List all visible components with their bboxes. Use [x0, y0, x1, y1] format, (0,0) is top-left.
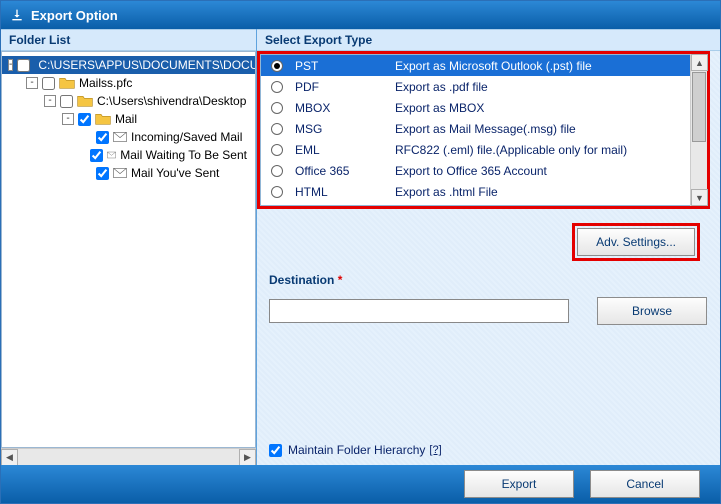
- destination-input[interactable]: [269, 299, 569, 323]
- export-type-desc: RFC822 (.eml) file.(Applicable only for …: [395, 143, 706, 157]
- destination-label: Destination *: [269, 273, 710, 287]
- tree-h-scroll[interactable]: ◀ ▶: [1, 448, 256, 465]
- tree-label: Mail You've Sent: [131, 166, 219, 180]
- export-type-desc: Export to Office 365 Account: [395, 164, 706, 178]
- folder-tree[interactable]: -C:\USERS\APPUS\DOCUMENTS\DOCUMENTS-Mail…: [1, 51, 256, 448]
- export-icon: [9, 7, 25, 23]
- export-type-name: MSG: [295, 122, 395, 136]
- tree-label: Mail Waiting To Be Sent: [120, 148, 247, 162]
- export-type-desc: Export as Microsoft Outlook (.pst) file: [395, 59, 706, 73]
- export-type-item[interactable]: MSGExport as Mail Message(.msg) file: [261, 118, 706, 139]
- expand-toggle[interactable]: -: [62, 113, 74, 125]
- expand-toggle[interactable]: -: [8, 59, 13, 71]
- scroll-right-button[interactable]: ▶: [239, 449, 256, 466]
- cancel-button[interactable]: Cancel: [590, 470, 700, 498]
- tree-node[interactable]: - Mailss.pfc: [2, 74, 255, 92]
- tree-label: C:\USERS\APPUS\DOCUMENTS\DOCUMENTS: [38, 58, 256, 72]
- export-type-item[interactable]: HTMLExport as .html File: [261, 181, 706, 202]
- radio-icon[interactable]: [271, 144, 283, 156]
- export-type-name: TXT: [295, 206, 395, 207]
- radio-icon[interactable]: [271, 81, 283, 93]
- export-type-name: PST: [295, 59, 395, 73]
- radio-icon[interactable]: [271, 60, 283, 72]
- tree-checkbox[interactable]: [78, 113, 91, 126]
- folder-list-header: Folder List: [1, 29, 256, 51]
- export-type-desc: Export to .txt file: [395, 206, 706, 207]
- export-type-list[interactable]: PSTExport as Microsoft Outlook (.pst) fi…: [260, 54, 707, 206]
- scroll-thumb[interactable]: [692, 72, 706, 142]
- export-type-item[interactable]: Office 365Export to Office 365 Account: [261, 160, 706, 181]
- adv-settings-button[interactable]: Adv. Settings...: [577, 228, 695, 256]
- scroll-left-button[interactable]: ◀: [1, 449, 18, 466]
- tree-node[interactable]: Mail Waiting To Be Sent: [2, 146, 255, 164]
- tree-node[interactable]: Mail You've Sent: [2, 164, 255, 182]
- export-type-desc: Export as .pdf file: [395, 80, 706, 94]
- radio-icon[interactable]: [271, 186, 283, 198]
- tree-label: Incoming/Saved Mail: [131, 130, 242, 144]
- export-type-header: Select Export Type: [257, 29, 720, 51]
- export-type-item[interactable]: TXTExport to .txt file: [261, 202, 706, 206]
- radio-icon[interactable]: [271, 123, 283, 135]
- tree-node[interactable]: Incoming/Saved Mail: [2, 128, 255, 146]
- window-title: Export Option: [31, 8, 118, 23]
- title-bar: Export Option: [1, 1, 720, 29]
- tree-label: Mail: [115, 112, 137, 126]
- export-type-highlight: PSTExport as Microsoft Outlook (.pst) fi…: [257, 51, 710, 209]
- tree-checkbox[interactable]: [42, 77, 55, 90]
- export-type-item[interactable]: PSTExport as Microsoft Outlook (.pst) fi…: [261, 55, 706, 76]
- expand-toggle[interactable]: -: [44, 95, 56, 107]
- export-type-desc: Export as MBOX: [395, 101, 706, 115]
- tree-label: Mailss.pfc: [79, 76, 132, 90]
- help-icon[interactable]: [?]: [429, 444, 441, 456]
- footer: Export Cancel: [1, 465, 720, 503]
- export-type-scroll[interactable]: ▲ ▼: [690, 54, 707, 206]
- tree-checkbox[interactable]: [90, 149, 103, 162]
- export-type-name: PDF: [295, 80, 395, 94]
- export-type-item[interactable]: PDFExport as .pdf file: [261, 76, 706, 97]
- tree-node[interactable]: - C:\USERS\APPUS\DOCUMENTS\DOCUMENTS: [2, 56, 255, 74]
- export-type-desc: Export as .html File: [395, 185, 706, 199]
- tree-checkbox[interactable]: [96, 167, 109, 180]
- scroll-up-button[interactable]: ▲: [691, 54, 708, 71]
- radio-icon[interactable]: [271, 165, 283, 177]
- radio-icon[interactable]: [271, 102, 283, 114]
- export-type-item[interactable]: MBOXExport as MBOX: [261, 97, 706, 118]
- export-type-desc: Export as Mail Message(.msg) file: [395, 122, 706, 136]
- tree-node[interactable]: - Mail: [2, 110, 255, 128]
- export-type-name: MBOX: [295, 101, 395, 115]
- tree-checkbox[interactable]: [17, 59, 30, 72]
- export-type-name: EML: [295, 143, 395, 157]
- tree-checkbox[interactable]: [60, 95, 73, 108]
- export-type-name: HTML: [295, 185, 395, 199]
- maintain-hierarchy-checkbox[interactable]: [269, 444, 282, 457]
- export-button[interactable]: Export: [464, 470, 574, 498]
- scroll-down-button[interactable]: ▼: [691, 189, 708, 206]
- expand-toggle[interactable]: -: [26, 77, 38, 89]
- tree-checkbox[interactable]: [96, 131, 109, 144]
- export-type-name: Office 365: [295, 164, 395, 178]
- tree-label: C:\Users\shivendra\Desktop: [97, 94, 246, 108]
- browse-button[interactable]: Browse: [597, 297, 707, 325]
- export-type-item[interactable]: EMLRFC822 (.eml) file.(Applicable only f…: [261, 139, 706, 160]
- maintain-hierarchy-label[interactable]: Maintain Folder Hierarchy: [288, 443, 425, 457]
- tree-node[interactable]: - C:\Users\shivendra\Desktop: [2, 92, 255, 110]
